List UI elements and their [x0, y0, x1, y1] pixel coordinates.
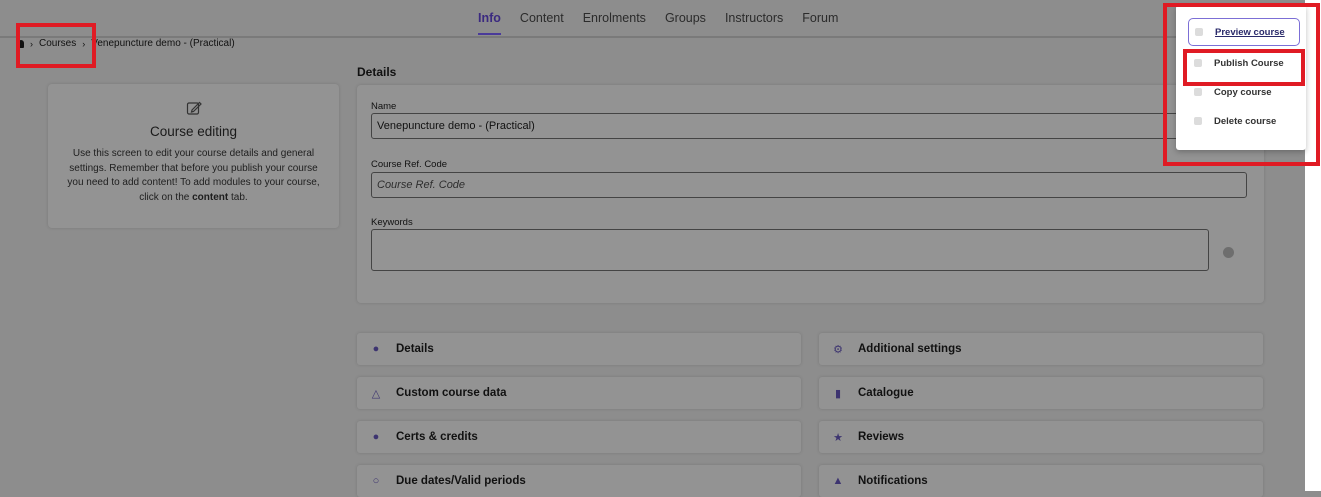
accordion-notifications[interactable]: ▲ Notifications [819, 465, 1263, 497]
course-tabs: Info Content Enrolments Groups Instructo… [478, 11, 857, 35]
details-section-title: Details [357, 65, 397, 79]
tab-groups[interactable]: Groups [665, 11, 706, 35]
name-label: Name [371, 101, 397, 112]
top-navigation: Info Content Enrolments Groups Instructo… [0, 0, 1305, 38]
tab-enrolments[interactable]: Enrolments [583, 11, 646, 35]
tab-info[interactable]: Info [478, 11, 501, 35]
book-icon: ▮ [834, 387, 842, 400]
accordion-due-dates[interactable]: ○ Due dates/Valid periods [357, 465, 801, 497]
accordion-details[interactable]: ● Details [357, 333, 801, 365]
accordion-reviews[interactable]: ★ Reviews [819, 421, 1263, 453]
ref-code-field[interactable]: Course Ref. Code [371, 172, 1247, 198]
accordion-additional-settings[interactable]: ⚙ Additional settings [819, 333, 1263, 365]
highlight-breadcrumb [16, 23, 96, 68]
certificate-icon: ● [372, 431, 380, 443]
accordion-catalogue[interactable]: ▮ Catalogue [819, 377, 1263, 409]
info-icon[interactable] [1223, 247, 1234, 258]
tab-forum[interactable]: Forum [802, 11, 838, 35]
details-form: Name Venepuncture demo - (Practical) Cou… [357, 85, 1264, 303]
accordion-custom-course-data[interactable]: △ Custom course data [357, 377, 801, 409]
clock-icon: ○ [372, 475, 380, 487]
breadcrumb-current: Venepuncture demo - (Practical) [91, 38, 235, 49]
edit-icon [186, 100, 202, 116]
keywords-label: Keywords [371, 217, 413, 228]
info-circle-icon: ● [372, 343, 380, 355]
course-editing-card: Course editing Use this screen to edit y… [48, 84, 339, 228]
keywords-field[interactable] [371, 229, 1209, 271]
star-icon: ★ [833, 431, 843, 444]
ref-code-label: Course Ref. Code [371, 159, 448, 170]
gears-icon: ⚙ [833, 343, 843, 356]
name-field[interactable]: Venepuncture demo - (Practical) [371, 113, 1247, 139]
accordion-certs-credits[interactable]: ● Certs & credits [357, 421, 801, 453]
shapes-icon: △ [371, 387, 381, 400]
highlight-publish [1183, 49, 1305, 86]
course-editing-title: Course editing [149, 124, 238, 139]
bell-icon: ▲ [832, 475, 844, 487]
tab-instructors[interactable]: Instructors [725, 11, 783, 35]
tab-content[interactable]: Content [520, 11, 564, 35]
course-editing-description: Use this screen to edit your course deta… [67, 148, 320, 203]
